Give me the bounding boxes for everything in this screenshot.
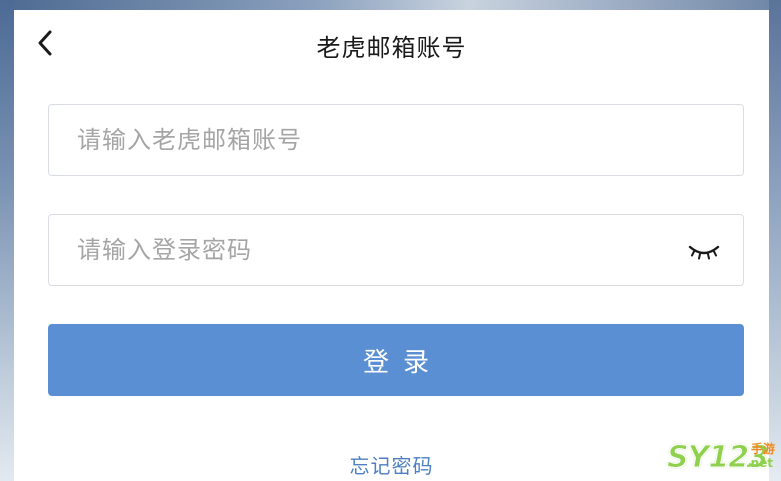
password-visibility-toggle[interactable] — [687, 239, 721, 263]
background-top-edge — [0, 0, 781, 10]
background-left-edge — [0, 0, 14, 481]
account-field[interactable] — [48, 104, 744, 176]
watermark-sub-top-text: 手游 — [750, 442, 775, 456]
page-title: 老虎邮箱账号 — [316, 34, 467, 62]
watermark-sub-bottom-text: .net — [746, 456, 773, 470]
account-input[interactable] — [49, 105, 743, 175]
site-watermark-logo: SY123 手游 .net — [667, 436, 775, 478]
login-button[interactable]: 登录 — [48, 324, 744, 396]
password-field[interactable] — [48, 214, 744, 286]
password-input[interactable] — [49, 215, 743, 285]
background-right-edge — [769, 0, 781, 481]
forgot-password-link[interactable]: 忘记密码 — [14, 450, 769, 479]
login-sheet: 老虎邮箱账号 登录 忘记密码 — [14, 10, 769, 481]
header: 老虎邮箱账号 — [14, 10, 769, 76]
eye-closed-icon — [688, 245, 720, 260]
